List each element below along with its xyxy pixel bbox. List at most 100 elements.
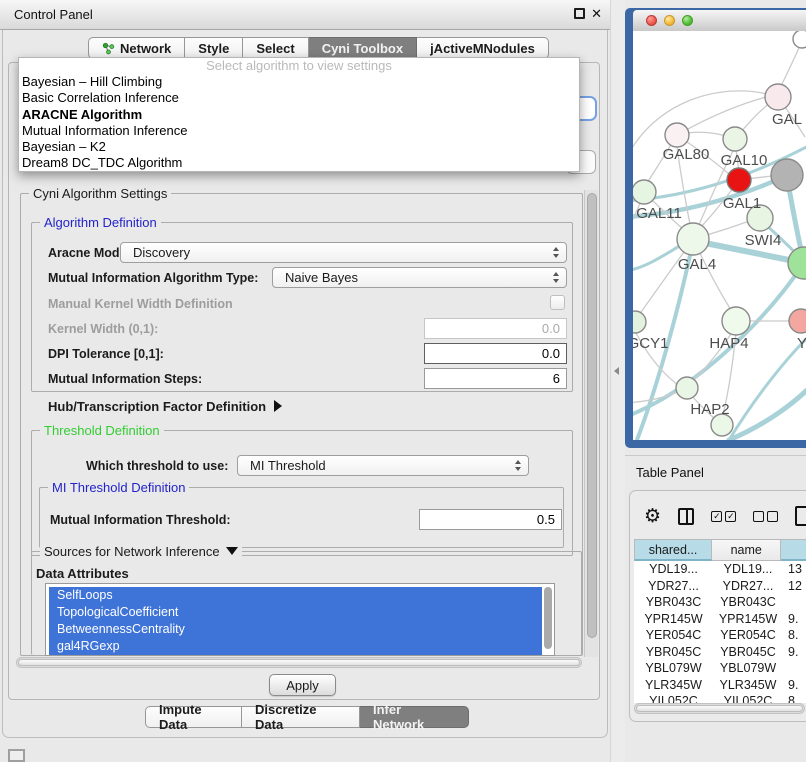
node-gcy1[interactable] bbox=[633, 311, 646, 333]
gear-icon[interactable]: ⚙ bbox=[644, 507, 661, 526]
network-canvas[interactable]: GAL GAL80 GAL10 GAL1 GAL11 SWI4 GAL4 GCY… bbox=[633, 31, 806, 440]
zoom-traffic-light-icon[interactable] bbox=[682, 15, 693, 26]
kernel-width-label: Kernel Width (0,1): bbox=[48, 322, 158, 336]
mi-algorithm-type-combo[interactable]: Naive Bayes bbox=[272, 267, 567, 288]
data-attributes-label: Data Attributes bbox=[36, 566, 129, 581]
table-row[interactable]: YBR043CYBR043C bbox=[634, 594, 806, 611]
table-row[interactable]: YDL19...YDL19...13 bbox=[634, 561, 806, 578]
node-gal10[interactable] bbox=[723, 127, 747, 151]
attr-item-selected[interactable]: BetweennessCentrality bbox=[49, 621, 542, 638]
node-label: SWI4 bbox=[745, 232, 782, 249]
node-label: GAL4 bbox=[678, 256, 716, 273]
collapsed-arrow-icon bbox=[274, 400, 282, 412]
cyni-bottom-tabs: Impute Data Discretize Data Infer Networ… bbox=[145, 706, 469, 728]
aracne-mode-label: Aracne Mode: bbox=[48, 246, 131, 260]
combo-stepper-icon bbox=[515, 460, 521, 471]
aracne-mode-combo[interactable]: Discovery bbox=[120, 242, 567, 263]
algorithm-option[interactable]: Bayesian – K2 bbox=[19, 139, 579, 155]
node-table[interactable]: shared... name YDL19...YDL19...13 YDR27.… bbox=[634, 539, 806, 703]
algorithm-definition-title: Algorithm Definition bbox=[40, 215, 161, 230]
dpi-tolerance-field[interactable]: 0.0 bbox=[424, 343, 567, 364]
tab-infer-network[interactable]: Infer Network bbox=[360, 706, 469, 728]
settings-horizontal-scrollbar[interactable] bbox=[16, 657, 582, 668]
tab-network[interactable]: Network bbox=[88, 37, 185, 59]
node-label: GAL11 bbox=[636, 205, 682, 222]
node-hap4[interactable] bbox=[722, 307, 750, 335]
node-salmon-right[interactable] bbox=[789, 309, 806, 333]
table-row[interactable]: YLR345WYLR345W9. bbox=[634, 677, 806, 694]
table-row[interactable]: YPR145WYPR145W9. bbox=[634, 611, 806, 628]
splitter-collapse-icon[interactable] bbox=[614, 367, 619, 375]
attr-item-selected[interactable]: TopologicalCoefficient bbox=[49, 604, 542, 621]
algorithm-option-aracne[interactable]: ARACNE Algorithm bbox=[19, 107, 579, 123]
float-window-icon[interactable] bbox=[574, 8, 585, 19]
attr-item-selected[interactable]: SelfLoops bbox=[49, 587, 542, 604]
algorithm-option[interactable]: Dream8 DC_TDC Algorithm bbox=[19, 155, 579, 171]
control-panel-title: Control Panel bbox=[14, 7, 93, 22]
table-row[interactable]: YDR27...YDR27...12 bbox=[634, 578, 806, 595]
table-row[interactable]: YER054CYER054C8. bbox=[634, 627, 806, 644]
show-columns-icon[interactable]: ✓✓ bbox=[711, 511, 736, 522]
network-view-window[interactable]: GAL GAL80 GAL10 GAL1 GAL11 SWI4 GAL4 GCY… bbox=[625, 8, 806, 448]
tab-style[interactable]: Style bbox=[185, 37, 243, 59]
network-window-titlebar[interactable] bbox=[633, 10, 806, 32]
node-gal80[interactable] bbox=[665, 123, 689, 147]
hub-tf-definition-toggle[interactable]: Hub/Transcription Factor Definition bbox=[48, 399, 282, 414]
node-label: GCY1 bbox=[633, 335, 668, 352]
mi-threshold-label: Mutual Information Threshold: bbox=[50, 513, 231, 527]
algorithm-option[interactable]: Mutual Information Inference bbox=[19, 123, 579, 139]
kernel-width-field[interactable]: 0.0 bbox=[424, 318, 567, 339]
dpi-tolerance-label: DPI Tolerance [0,1]: bbox=[48, 347, 164, 361]
algorithm-option[interactable]: Bayesian – Hill Climbing bbox=[19, 74, 579, 90]
column-header-partial[interactable] bbox=[781, 539, 806, 561]
tab-jactivemnodules[interactable]: jActiveMNodules bbox=[417, 37, 549, 59]
node-green-right[interactable] bbox=[788, 247, 806, 279]
manual-kernel-width-checkbox[interactable] bbox=[550, 295, 565, 310]
minimize-traffic-light-icon[interactable] bbox=[664, 15, 675, 26]
table-panel: ⚙ ✓✓ shared... name YDL19...YDL19...13 Y… bbox=[629, 490, 806, 722]
node-gal4[interactable] bbox=[677, 223, 709, 255]
apply-button[interactable]: Apply bbox=[269, 674, 336, 696]
list-scrollbar-thumb[interactable] bbox=[544, 587, 552, 649]
node-label: HAP4 bbox=[709, 335, 748, 352]
table-row[interactable]: YBR045CYBR045C9. bbox=[634, 644, 806, 661]
column-header-name[interactable]: name bbox=[712, 539, 781, 561]
expanded-arrow-icon bbox=[226, 547, 238, 555]
node-label: GAL1 bbox=[723, 195, 761, 212]
node-gal11[interactable] bbox=[633, 180, 656, 204]
settings-vertical-scrollbar[interactable] bbox=[584, 190, 598, 657]
minimized-panel-icon[interactable] bbox=[8, 749, 25, 762]
node-hap2[interactable] bbox=[676, 377, 698, 399]
mi-threshold-field[interactable]: 0.5 bbox=[419, 509, 562, 530]
tab-select[interactable]: Select bbox=[243, 37, 308, 59]
export-table-icon[interactable] bbox=[795, 506, 806, 526]
node-partial-top[interactable] bbox=[793, 31, 806, 48]
tab-discretize-data[interactable]: Discretize Data bbox=[242, 706, 360, 728]
node-label: GAL80 bbox=[663, 146, 710, 163]
close-icon[interactable]: ✕ bbox=[591, 8, 602, 19]
data-attributes-list[interactable]: SelfLoops TopologicalCoefficient Between… bbox=[45, 583, 555, 656]
table-row[interactable]: YBL079WYBL079W bbox=[634, 660, 806, 677]
which-threshold-combo[interactable]: MI Threshold bbox=[237, 455, 529, 476]
threshold-definition-title: Threshold Definition bbox=[40, 423, 164, 438]
table-toolbar: ⚙ ✓✓ bbox=[634, 499, 806, 533]
table-horizontal-scrollbar[interactable] bbox=[634, 703, 805, 714]
node-gal1-red[interactable] bbox=[727, 168, 751, 192]
sources-group-title[interactable]: Sources for Network Inference bbox=[40, 544, 242, 559]
close-traffic-light-icon[interactable] bbox=[646, 15, 657, 26]
node-gal-pink[interactable] bbox=[765, 84, 791, 110]
table-row[interactable]: YIL052CYIL052C8. bbox=[634, 693, 806, 703]
mi-steps-field[interactable]: 6 bbox=[424, 368, 567, 389]
hide-columns-icon[interactable] bbox=[753, 511, 778, 522]
manual-kernel-width-label: Manual Kernel Width Definition bbox=[48, 297, 233, 311]
split-columns-icon[interactable] bbox=[678, 508, 694, 525]
control-panel-titlebar[interactable]: Control Panel ✕ bbox=[0, 0, 612, 30]
node-gray[interactable] bbox=[771, 159, 803, 191]
panel-splitter[interactable] bbox=[610, 0, 625, 762]
tab-cyni-toolbox[interactable]: Cyni Toolbox bbox=[309, 37, 417, 59]
tab-impute-data[interactable]: Impute Data bbox=[145, 706, 242, 728]
column-header-shared-name[interactable]: shared... bbox=[634, 539, 712, 561]
cyni-settings-title: Cyni Algorithm Settings bbox=[29, 186, 171, 201]
attr-item-selected[interactable]: gal4RGexp bbox=[49, 638, 542, 655]
algorithm-option[interactable]: Basic Correlation Inference bbox=[19, 90, 579, 106]
